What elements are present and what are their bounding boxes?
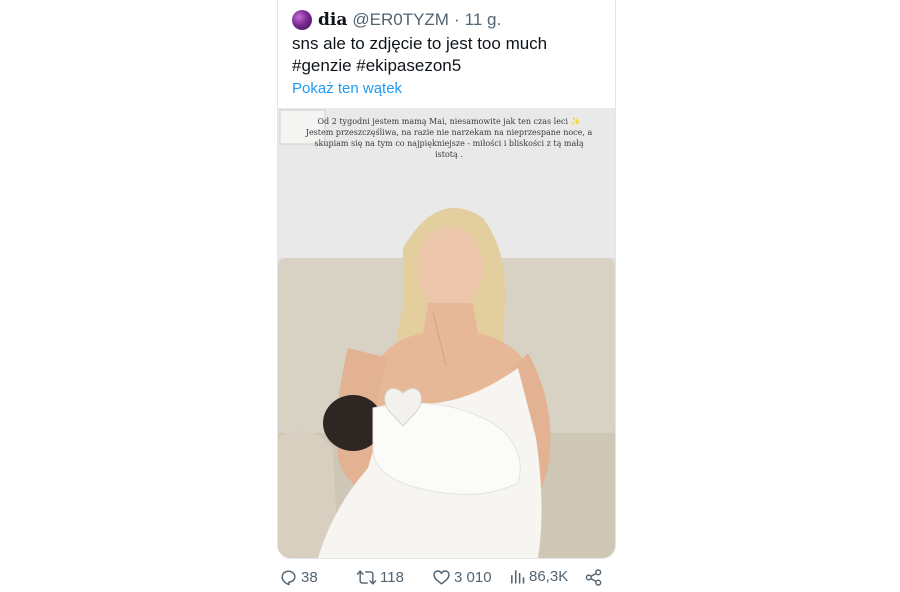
tweet-card[interactable]: dia @ER0TYZM · 11 g. sns ale to zdjęcie … bbox=[277, 0, 616, 591]
show-thread-link[interactable]: Pokaż ten wątek bbox=[292, 80, 402, 97]
views-button[interactable]: 86,3K bbox=[509, 568, 568, 585]
like-count: 3 010 bbox=[454, 569, 492, 586]
tweet-frame: dia @ER0TYZM · 11 g. sns ale to zdjęcie … bbox=[277, 0, 616, 559]
reply-count: 38 bbox=[301, 569, 318, 586]
tweet-photo[interactable]: Od 2 tygodni jestem mamą Mai, niesamowit… bbox=[278, 108, 615, 558]
views-icon bbox=[511, 570, 525, 584]
tweet-text: sns ale to zdjęcie to jest too much #gen… bbox=[292, 34, 548, 75]
photo-illustration bbox=[278, 108, 615, 558]
retweet-count: 118 bbox=[380, 569, 404, 586]
reply-button[interactable]: 38 bbox=[279, 568, 318, 587]
avatar[interactable] bbox=[292, 10, 312, 30]
share-button[interactable] bbox=[584, 568, 606, 587]
reply-icon bbox=[281, 570, 296, 586]
heart-icon bbox=[433, 570, 450, 585]
display-name[interactable]: dia bbox=[318, 10, 347, 30]
timestamp[interactable]: 11 g. bbox=[465, 10, 502, 30]
tweet-header: dia @ER0TYZM · 11 g. bbox=[292, 8, 501, 32]
views-count: 86,3K bbox=[529, 568, 569, 585]
tweet-actions: 38 118 3 010 86,3K bbox=[277, 568, 616, 592]
photo-face bbox=[417, 226, 483, 310]
retweet-button[interactable]: 118 bbox=[356, 568, 404, 587]
separator-dot: · bbox=[453, 10, 460, 29]
photo-story-caption: Od 2 tygodni jestem mamą Mai, niesamowit… bbox=[305, 117, 593, 159]
retweet-icon bbox=[356, 570, 377, 585]
share-icon bbox=[585, 569, 602, 586]
user-handle[interactable]: @ER0TYZM bbox=[352, 10, 449, 30]
like-button[interactable]: 3 010 bbox=[432, 568, 492, 587]
